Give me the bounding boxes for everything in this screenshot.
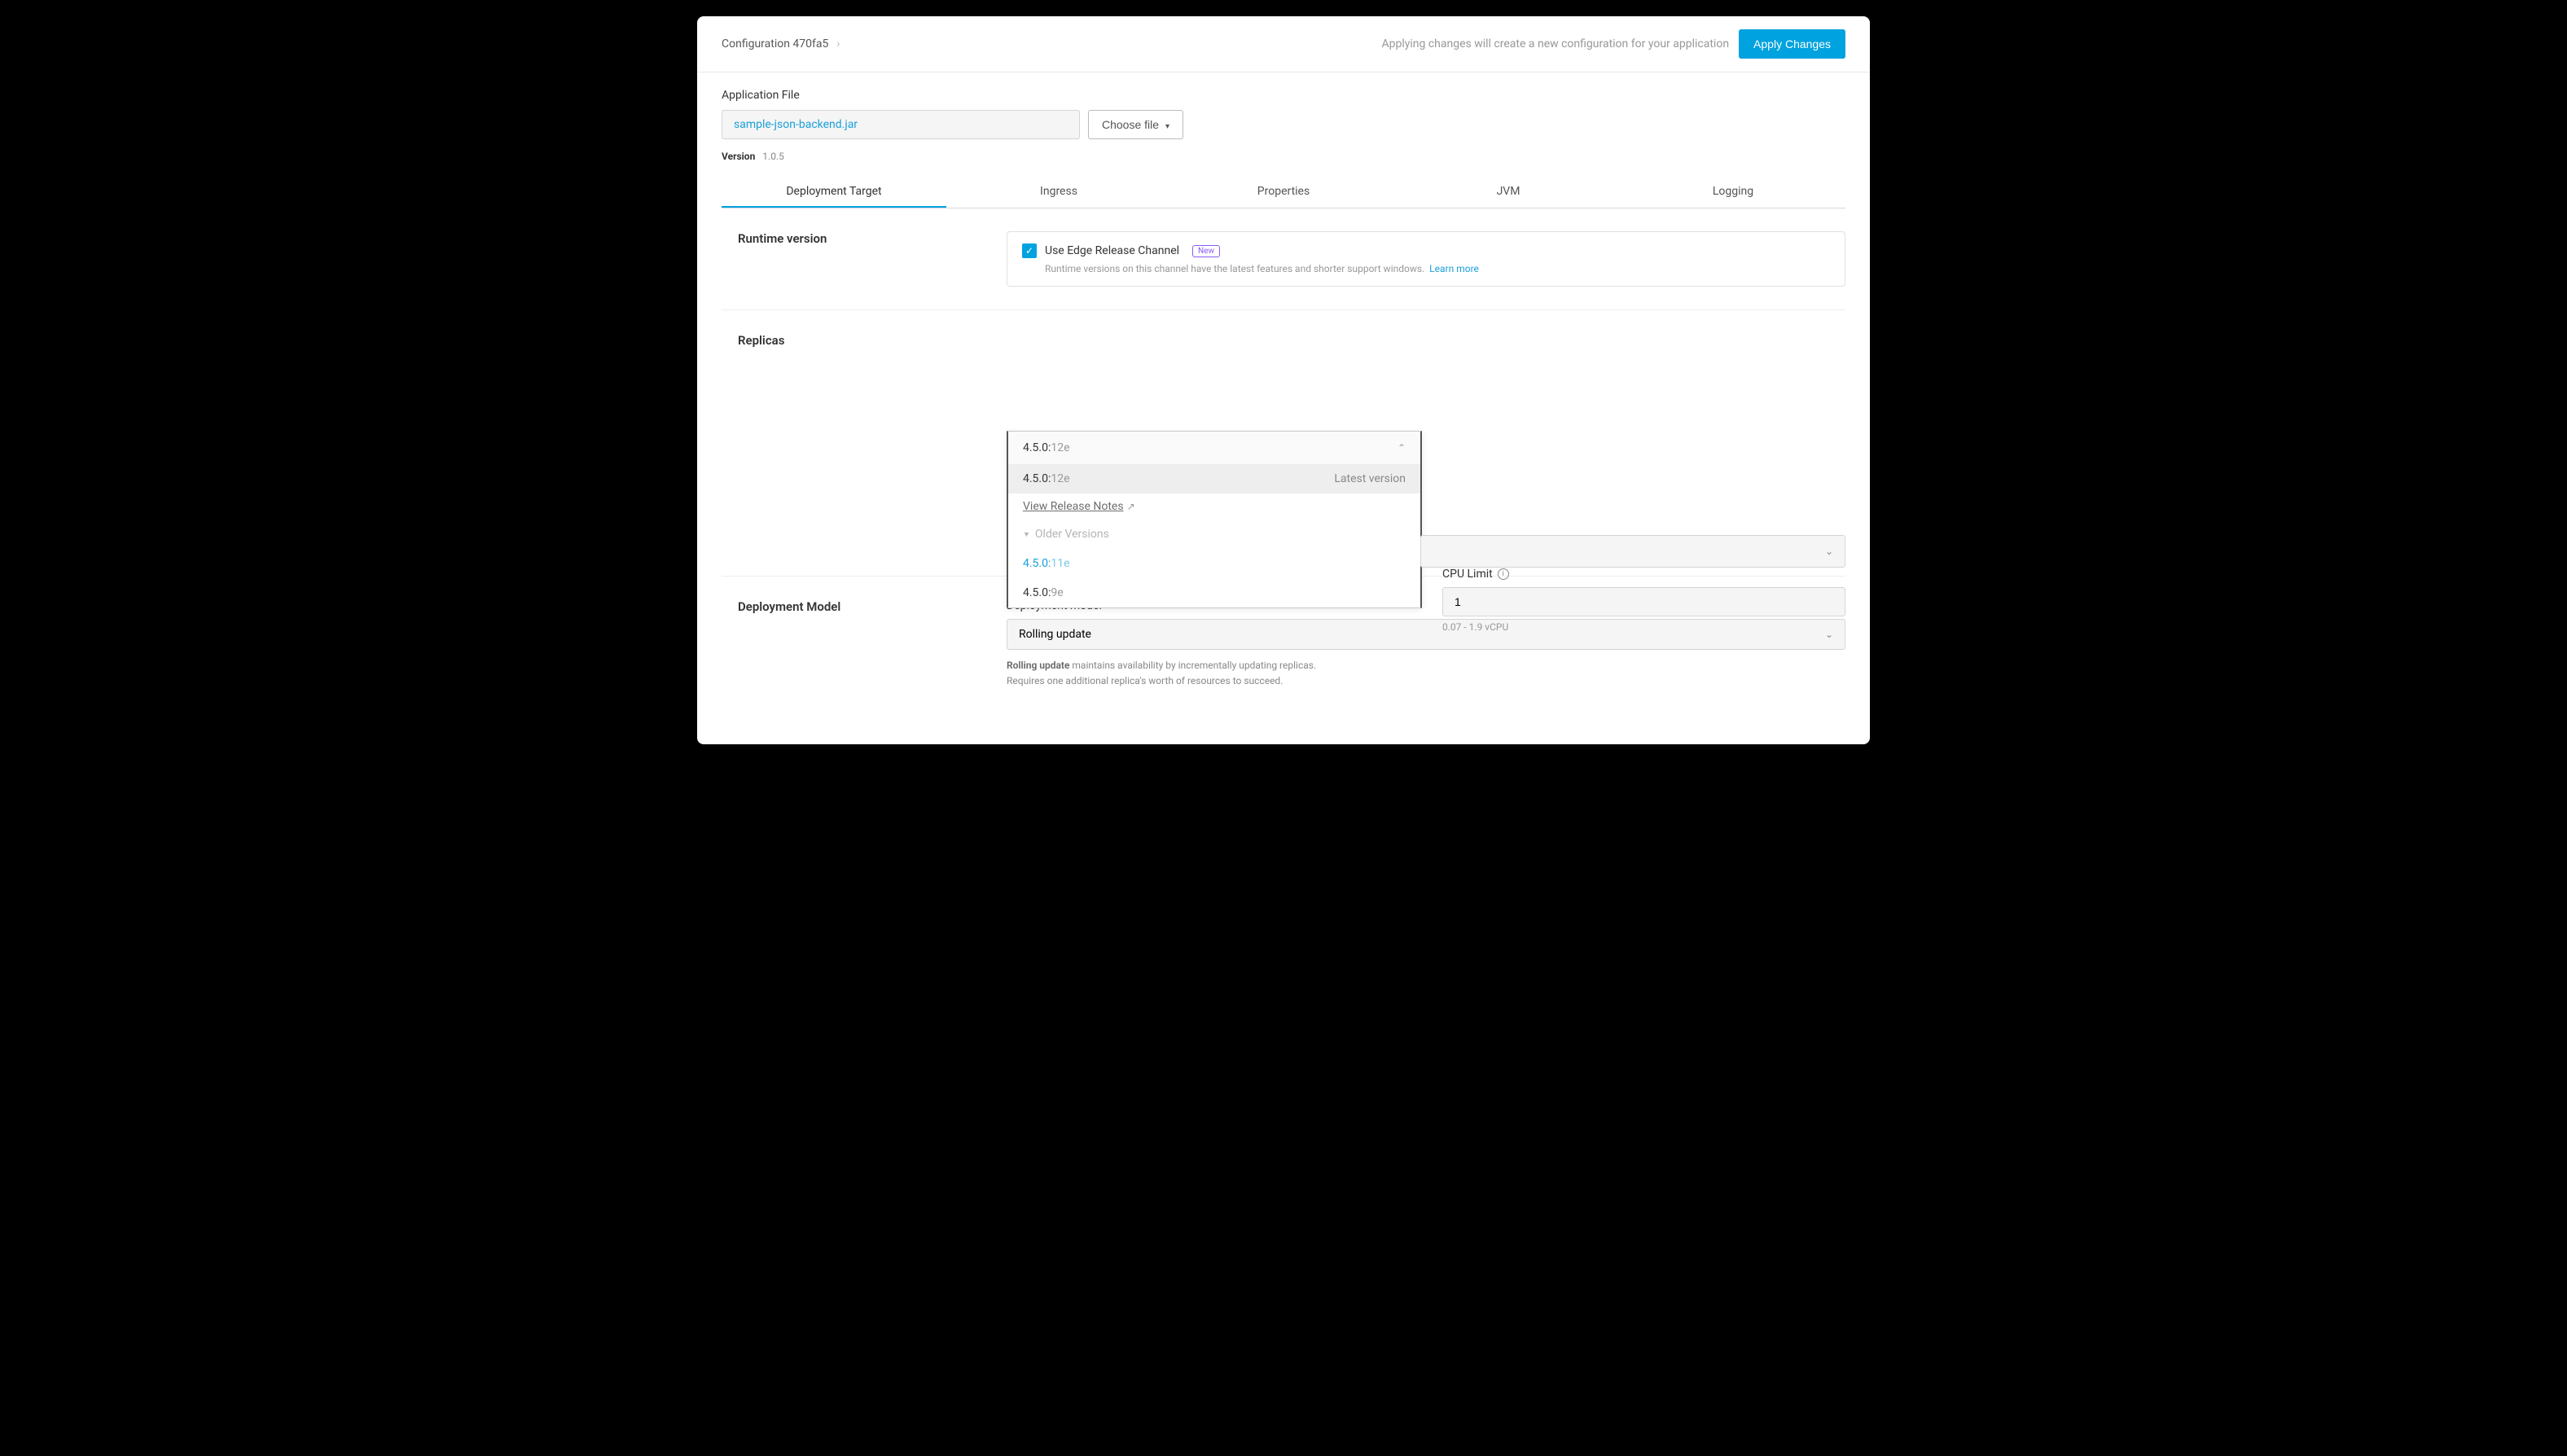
tab-jvm[interactable]: JVM bbox=[1396, 177, 1621, 208]
external-link-icon: ↗ bbox=[1127, 501, 1135, 512]
edge-checkbox[interactable]: ✓ bbox=[1022, 243, 1037, 258]
dropdown-header[interactable]: 4.5.0:12e ⌃ bbox=[1008, 432, 1420, 464]
cpu-limit-input[interactable] bbox=[1442, 587, 1845, 616]
cpu-limit-label: CPU Limit bbox=[1442, 568, 1493, 581]
dropdown-item-older-1[interactable]: 4.5.0:11e bbox=[1008, 549, 1420, 578]
runtime-version-dropdown[interactable]: 4.5.0:12e ⌃ 4.5.0:12e Latest version bbox=[1007, 431, 1422, 608]
release-notes-link[interactable]: View Release Notes bbox=[1023, 500, 1124, 513]
breadcrumb-text: Configuration 470fa5 bbox=[722, 37, 828, 50]
version-row: Version 1.0.5 bbox=[722, 151, 1845, 162]
version-label: Version bbox=[722, 151, 755, 162]
tab-properties[interactable]: Properties bbox=[1171, 177, 1396, 208]
edge-checkbox-label: Use Edge Release Channel bbox=[1045, 244, 1179, 257]
replicas-section-label: Replicas bbox=[722, 333, 990, 553]
topbar-note: Applying changes will create a new confi… bbox=[1381, 37, 1729, 50]
version-value: 1.0.5 bbox=[762, 151, 784, 162]
runtime-section-label: Runtime version bbox=[722, 231, 990, 287]
older-versions-group[interactable]: ▼ Older Versions bbox=[1008, 520, 1420, 549]
deployment-model-help: Rolling update maintains availability by… bbox=[1007, 658, 1845, 689]
new-badge: New bbox=[1192, 245, 1220, 257]
application-file-label: Application File bbox=[722, 89, 1845, 102]
tabs: Deployment Target Ingress Properties JVM… bbox=[722, 177, 1845, 208]
learn-more-link[interactable]: Learn more bbox=[1429, 263, 1479, 274]
info-icon[interactable]: i bbox=[1498, 568, 1509, 580]
deployment-model-section-label: Deployment Model bbox=[722, 599, 990, 689]
edge-release-box: ✓ Use Edge Release Channel New Runtime v… bbox=[1007, 231, 1845, 287]
caret-down-icon: ▾ bbox=[1165, 122, 1169, 131]
choose-file-button[interactable]: Choose file ▾ bbox=[1088, 110, 1183, 139]
deployment-model-value: Rolling update bbox=[1019, 628, 1091, 641]
tab-deployment-target[interactable]: Deployment Target bbox=[722, 177, 946, 208]
application-file-input[interactable]: sample-json-backend.jar bbox=[722, 110, 1080, 139]
triangle-down-icon: ▼ bbox=[1023, 530, 1030, 539]
topbar: Configuration 470fa5 › Applying changes … bbox=[697, 16, 1870, 72]
release-notes-row: View Release Notes↗ bbox=[1008, 493, 1420, 520]
dropdown-item-older-2[interactable]: 4.5.0:9e bbox=[1008, 578, 1420, 607]
choose-file-label: Choose file bbox=[1102, 118, 1159, 131]
chevron-right-icon: › bbox=[836, 37, 840, 50]
edge-help-text: Runtime versions on this channel have th… bbox=[1045, 263, 1830, 274]
tab-logging[interactable]: Logging bbox=[1621, 177, 1845, 208]
latest-version-tag: Latest version bbox=[1334, 472, 1406, 485]
tab-ingress[interactable]: Ingress bbox=[946, 177, 1171, 208]
breadcrumb[interactable]: Configuration 470fa5 › bbox=[722, 37, 840, 50]
apply-changes-button[interactable]: Apply Changes bbox=[1739, 29, 1845, 59]
dropdown-item-latest[interactable]: 4.5.0:12e Latest version bbox=[1008, 464, 1420, 493]
chevron-down-icon: ⌄ bbox=[1825, 546, 1833, 557]
cpu-limit-hint: 0.07 - 1.9 vCPU bbox=[1442, 621, 1845, 633]
chevron-up-icon: ⌃ bbox=[1398, 442, 1406, 454]
replica-size-select[interactable]: ⌄ bbox=[1420, 535, 1845, 568]
